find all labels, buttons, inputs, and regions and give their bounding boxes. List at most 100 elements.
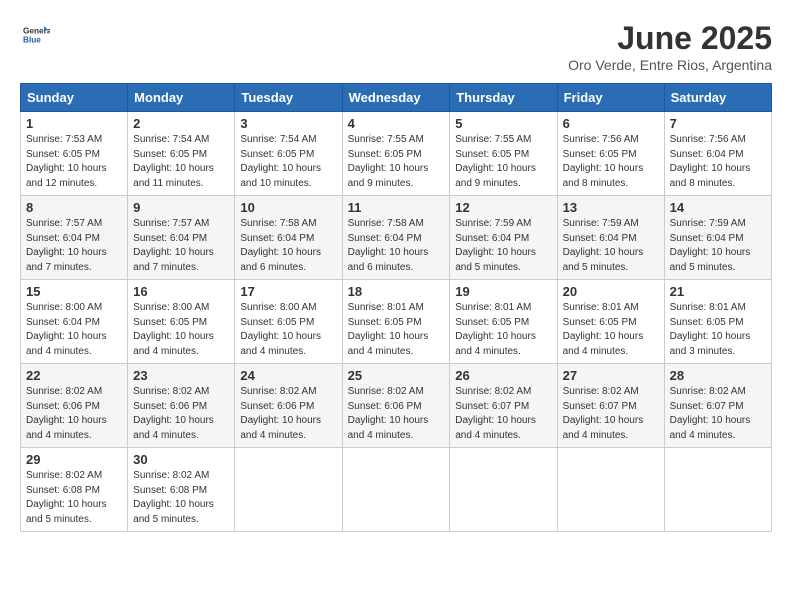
day-info: Sunrise: 8:00 AMSunset: 6:04 PMDaylight:… [26, 301, 122, 359]
calendar-cell: 11Sunrise: 7:58 AMSunset: 6:04 PMDayligh… [342, 196, 450, 280]
calendar-cell: 9 Sunrise: 7:57 AMSunset: 6:04 PMDaylight… [128, 196, 235, 280]
header-friday: Friday [557, 84, 664, 112]
day-info: Sunrise: 7:55 AMSunset: 6:05 PMDaylight:… [348, 133, 445, 191]
calendar-cell: 6 Sunrise: 7:56 AMSunset: 6:05 PMDaylight… [557, 112, 664, 196]
calendar-cell: 2Sunrise: 7:54 AMSunset: 6:05 PMDaylight… [128, 112, 235, 196]
header-monday: Monday [128, 84, 235, 112]
day-number: 1 [26, 116, 122, 131]
header-sunday: Sunday [21, 84, 128, 112]
calendar-cell: 15 Sunrise: 8:00 AMSunset: 6:04 PMDayligh… [21, 280, 128, 364]
calendar-cell: 7 Sunrise: 7:56 AMSunset: 6:04 PMDaylight… [664, 112, 771, 196]
day-info: Sunrise: 7:59 AMSunset: 6:04 PMDaylight:… [455, 217, 551, 275]
logo-icon: General Blue [20, 20, 50, 50]
calendar-cell: 27Sunrise: 8:02 AMSunset: 6:07 PMDayligh… [557, 364, 664, 448]
day-number: 2 [133, 116, 229, 131]
svg-text:General: General [23, 27, 50, 36]
day-info: Sunrise: 8:02 AMSunset: 6:08 PMDaylight:… [26, 469, 122, 527]
day-number: 24 [240, 368, 336, 383]
calendar-cell [342, 448, 450, 532]
calendar-cell: 24 Sunrise: 8:02 AMSunset: 6:06 PMDayligh… [235, 364, 342, 448]
day-info: Sunrise: 7:57 AMSunset: 6:04 PMDaylight:… [26, 217, 122, 275]
header-tuesday: Tuesday [235, 84, 342, 112]
day-number: 14 [670, 200, 766, 215]
calendar-header-row: SundayMondayTuesdayWednesdayThursdayFrid… [21, 84, 772, 112]
calendar-week-row: 8 Sunrise: 7:57 AMSunset: 6:04 PMDaylight… [21, 196, 772, 280]
day-number: 27 [563, 368, 659, 383]
day-number: 30 [133, 452, 229, 467]
day-number: 12 [455, 200, 551, 215]
day-info: Sunrise: 8:00 AMSunset: 6:05 PMDaylight:… [133, 301, 229, 359]
day-number: 3 [240, 116, 336, 131]
calendar-week-row: 15 Sunrise: 8:00 AMSunset: 6:04 PMDayligh… [21, 280, 772, 364]
day-number: 6 [563, 116, 659, 131]
day-info: Sunrise: 8:02 AMSunset: 6:08 PMDaylight:… [133, 469, 229, 527]
day-info: Sunrise: 7:57 AMSunset: 6:04 PMDaylight:… [133, 217, 229, 275]
day-number: 5 [455, 116, 551, 131]
logo: General Blue [20, 20, 54, 50]
calendar-cell: 23 Sunrise: 8:02 AMSunset: 6:06 PMDayligh… [128, 364, 235, 448]
calendar-cell: 22 Sunrise: 8:02 AMSunset: 6:06 PMDayligh… [21, 364, 128, 448]
calendar-cell: 13 Sunrise: 7:59 AMSunset: 6:04 PMDayligh… [557, 196, 664, 280]
calendar-cell: 16 Sunrise: 8:00 AMSunset: 6:05 PMDayligh… [128, 280, 235, 364]
day-info: Sunrise: 7:59 AMSunset: 6:04 PMDaylight:… [563, 217, 659, 275]
day-number: 17 [240, 284, 336, 299]
calendar-cell: 28Sunrise: 8:02 AMSunset: 6:07 PMDayligh… [664, 364, 771, 448]
svg-text:Blue: Blue [23, 36, 41, 45]
day-info: Sunrise: 8:02 AMSunset: 6:06 PMDaylight:… [26, 385, 122, 443]
calendar-week-row: 1 Sunrise: 7:53 AMSunset: 6:05 PMDaylight… [21, 112, 772, 196]
day-info: Sunrise: 7:55 AMSunset: 6:05 PMDaylight:… [455, 133, 551, 191]
day-number: 13 [563, 200, 659, 215]
calendar-cell: 10 Sunrise: 7:58 AMSunset: 6:04 PMDayligh… [235, 196, 342, 280]
calendar-cell: 25 Sunrise: 8:02 AMSunset: 6:06 PMDayligh… [342, 364, 450, 448]
header-thursday: Thursday [450, 84, 557, 112]
calendar-cell [664, 448, 771, 532]
day-info: Sunrise: 7:53 AMSunset: 6:05 PMDaylight:… [26, 133, 122, 191]
day-number: 19 [455, 284, 551, 299]
day-number: 4 [348, 116, 445, 131]
calendar-table: SundayMondayTuesdayWednesdayThursdayFrid… [20, 83, 772, 532]
day-number: 9 [133, 200, 229, 215]
header-saturday: Saturday [664, 84, 771, 112]
day-number: 29 [26, 452, 122, 467]
day-info: Sunrise: 7:59 AMSunset: 6:04 PMDaylight:… [670, 217, 766, 275]
calendar-cell: 21Sunrise: 8:01 AMSunset: 6:05 PMDayligh… [664, 280, 771, 364]
calendar-cell [450, 448, 557, 532]
location-subtitle: Oro Verde, Entre Rios, Argentina [568, 57, 772, 73]
calendar-cell: 3 Sunrise: 7:54 AMSunset: 6:05 PMDaylight… [235, 112, 342, 196]
calendar-cell: 8 Sunrise: 7:57 AMSunset: 6:04 PMDaylight… [21, 196, 128, 280]
calendar-week-row: 22 Sunrise: 8:02 AMSunset: 6:06 PMDayligh… [21, 364, 772, 448]
day-number: 23 [133, 368, 229, 383]
day-info: Sunrise: 7:54 AMSunset: 6:05 PMDaylight:… [240, 133, 336, 191]
day-number: 26 [455, 368, 551, 383]
day-number: 25 [348, 368, 445, 383]
day-info: Sunrise: 8:02 AMSunset: 6:06 PMDaylight:… [348, 385, 445, 443]
day-number: 8 [26, 200, 122, 215]
day-info: Sunrise: 7:56 AMSunset: 6:05 PMDaylight:… [563, 133, 659, 191]
calendar-cell: 26 Sunrise: 8:02 AMSunset: 6:07 PMDayligh… [450, 364, 557, 448]
calendar-cell: 18Sunrise: 8:01 AMSunset: 6:05 PMDayligh… [342, 280, 450, 364]
day-number: 11 [348, 200, 445, 215]
calendar-cell [557, 448, 664, 532]
day-number: 22 [26, 368, 122, 383]
page-header: General Blue June 2025 Oro Verde, Entre … [20, 20, 772, 73]
day-number: 7 [670, 116, 766, 131]
day-number: 15 [26, 284, 122, 299]
day-info: Sunrise: 8:02 AMSunset: 6:07 PMDaylight:… [455, 385, 551, 443]
day-info: Sunrise: 7:56 AMSunset: 6:04 PMDaylight:… [670, 133, 766, 191]
day-info: Sunrise: 8:01 AMSunset: 6:05 PMDaylight:… [670, 301, 766, 359]
calendar-cell: 29 Sunrise: 8:02 AMSunset: 6:08 PMDayligh… [21, 448, 128, 532]
calendar-cell: 4 Sunrise: 7:55 AMSunset: 6:05 PMDaylight… [342, 112, 450, 196]
day-number: 10 [240, 200, 336, 215]
day-number: 16 [133, 284, 229, 299]
day-info: Sunrise: 8:00 AMSunset: 6:05 PMDaylight:… [240, 301, 336, 359]
day-info: Sunrise: 8:02 AMSunset: 6:06 PMDaylight:… [133, 385, 229, 443]
calendar-cell [235, 448, 342, 532]
day-info: Sunrise: 8:01 AMSunset: 6:05 PMDaylight:… [455, 301, 551, 359]
day-number: 20 [563, 284, 659, 299]
day-info: Sunrise: 7:58 AMSunset: 6:04 PMDaylight:… [240, 217, 336, 275]
calendar-cell: 30 Sunrise: 8:02 AMSunset: 6:08 PMDayligh… [128, 448, 235, 532]
calendar-cell: 14 Sunrise: 7:59 AMSunset: 6:04 PMDayligh… [664, 196, 771, 280]
day-info: Sunrise: 8:01 AMSunset: 6:05 PMDaylight:… [348, 301, 445, 359]
day-info: Sunrise: 8:02 AMSunset: 6:06 PMDaylight:… [240, 385, 336, 443]
calendar-cell: 19 Sunrise: 8:01 AMSunset: 6:05 PMDayligh… [450, 280, 557, 364]
